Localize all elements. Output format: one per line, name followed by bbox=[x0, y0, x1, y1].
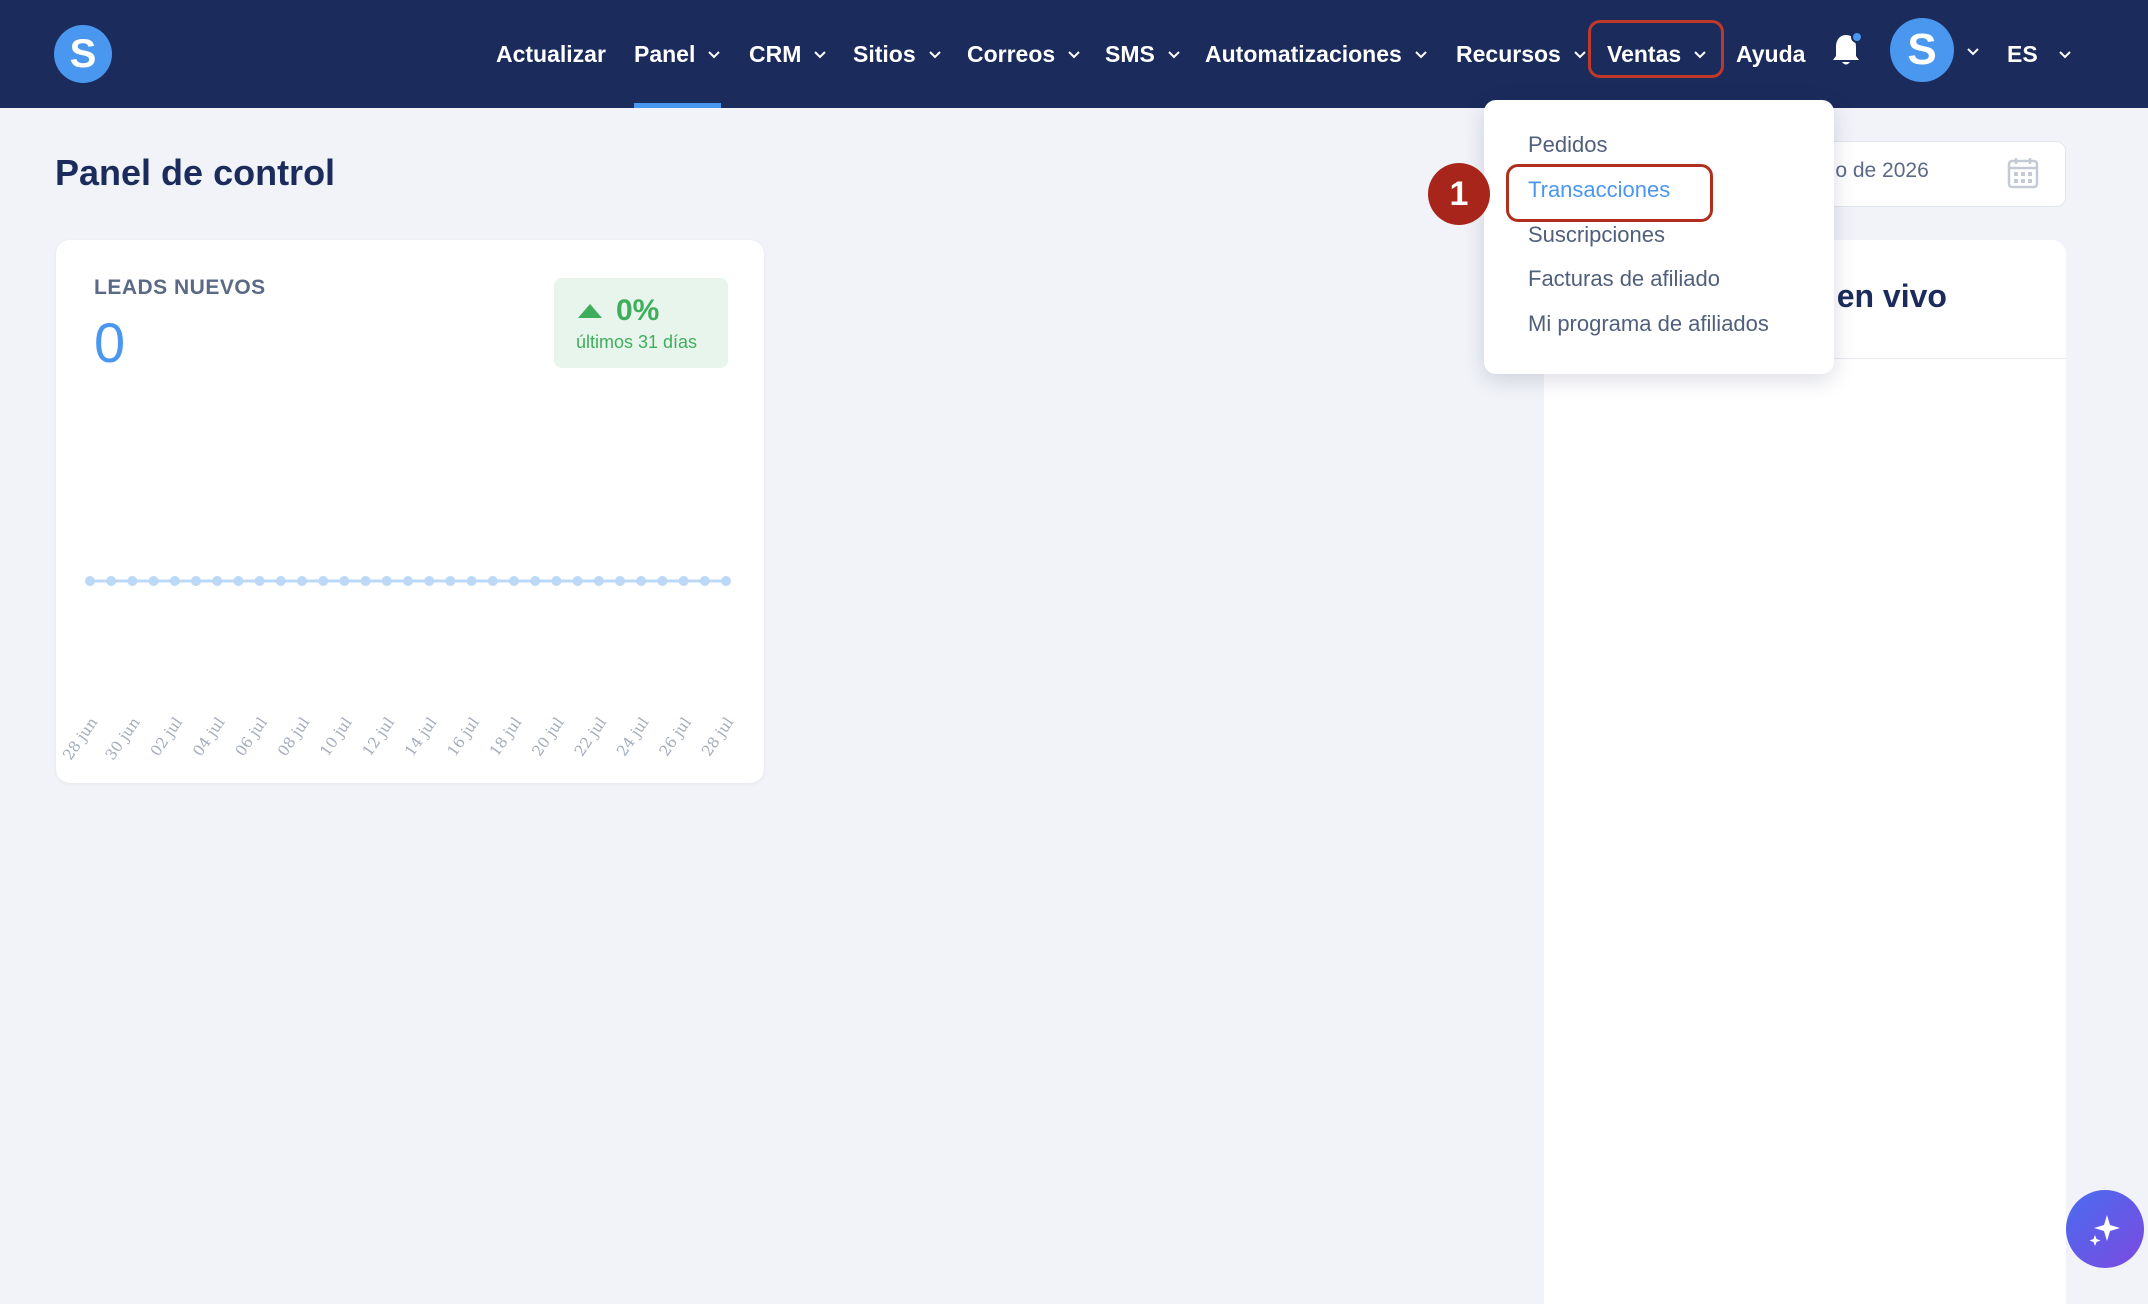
leads-card: LEADS NUEVOS 0 0% últimos 31 días 28 jun… bbox=[56, 240, 764, 783]
chevron-down-icon bbox=[928, 51, 941, 59]
nav-correos[interactable]: Correos bbox=[967, 0, 1081, 108]
chevron-down-icon bbox=[2058, 51, 2071, 59]
data-point[interactable] bbox=[572, 576, 583, 586]
app-logo[interactable]: S bbox=[54, 25, 112, 83]
x-tick-label: 24 jul bbox=[613, 714, 653, 760]
nav-recursos[interactable]: Recursos bbox=[1456, 0, 1587, 108]
chevron-down-icon bbox=[1068, 51, 1080, 59]
chevron-down-icon bbox=[814, 51, 827, 59]
page-title: Panel de control bbox=[55, 152, 336, 193]
data-point[interactable] bbox=[721, 576, 731, 586]
data-point[interactable] bbox=[339, 576, 350, 586]
nav-panel[interactable]: Panel bbox=[634, 0, 722, 108]
nav-label: Panel bbox=[634, 40, 696, 67]
nav-label: CRM bbox=[749, 40, 802, 67]
data-point[interactable] bbox=[551, 576, 562, 586]
data-point[interactable] bbox=[615, 576, 625, 586]
data-point[interactable] bbox=[530, 576, 541, 586]
x-tick-label: 20 jul bbox=[528, 714, 568, 760]
data-point[interactable] bbox=[403, 576, 413, 586]
data-point[interactable] bbox=[636, 576, 647, 586]
data-point[interactable] bbox=[424, 576, 435, 586]
nav-label: Actualizar bbox=[496, 40, 606, 67]
top-navbar: S Actualizar Panel CRM Sitios Correos SM… bbox=[0, 0, 2148, 108]
x-tick-label: 16 jul bbox=[443, 714, 483, 760]
x-tick-label: 26 jul bbox=[655, 714, 695, 760]
nav-label: Ayuda bbox=[1736, 40, 1806, 67]
nav-automatizaciones[interactable]: Automatizaciones bbox=[1205, 0, 1428, 108]
chevron-down-icon bbox=[1415, 51, 1427, 59]
ventas-dropdown-menu: Pedidos Transacciones Suscripciones Fact… bbox=[1484, 100, 1834, 374]
menu-item-programa-afiliados[interactable]: Mi programa de afiliados bbox=[1528, 311, 1769, 337]
language-label: ES bbox=[2007, 40, 2038, 67]
nav-label: Automatizaciones bbox=[1205, 40, 1402, 67]
chevron-down-icon bbox=[1168, 51, 1180, 59]
live-panel bbox=[1544, 240, 2066, 1304]
data-point[interactable] bbox=[466, 576, 477, 586]
x-tick-label: 18 jul bbox=[486, 714, 526, 760]
x-tick-label: 08 jul bbox=[274, 714, 314, 760]
data-point[interactable] bbox=[699, 576, 710, 586]
x-tick-label: 28 jul bbox=[698, 714, 738, 760]
transacciones-highlight-outline bbox=[1506, 164, 1713, 222]
ai-assistant-button[interactable] bbox=[2066, 1190, 2144, 1268]
nav-actualizar[interactable]: Actualizar bbox=[496, 0, 606, 108]
nav-label: SMS bbox=[1105, 40, 1155, 67]
data-point[interactable] bbox=[169, 576, 180, 586]
nav-label: Correos bbox=[967, 40, 1056, 67]
x-tick-label: 02 jul bbox=[147, 714, 187, 760]
date-range-text: lio de 2026 bbox=[1826, 159, 1929, 182]
notification-dot bbox=[1851, 31, 1863, 43]
user-avatar[interactable]: S bbox=[1890, 18, 1954, 82]
x-tick-label: 14 jul bbox=[401, 714, 441, 760]
ventas-highlight-outline bbox=[1588, 20, 1724, 78]
chevron-down-icon bbox=[708, 51, 721, 59]
data-point[interactable] bbox=[212, 576, 223, 586]
data-point[interactable] bbox=[657, 576, 668, 586]
data-point[interactable] bbox=[148, 576, 159, 586]
data-point[interactable] bbox=[360, 576, 371, 586]
data-point[interactable] bbox=[678, 576, 689, 586]
nav-crm[interactable]: CRM bbox=[749, 0, 827, 108]
logo-letter: S bbox=[69, 31, 97, 76]
data-point[interactable] bbox=[318, 576, 329, 586]
menu-item-facturas-afiliado[interactable]: Facturas de afiliado bbox=[1528, 266, 1720, 292]
x-tick-label: 06 jul bbox=[231, 714, 271, 760]
data-point[interactable] bbox=[254, 576, 265, 586]
data-point[interactable] bbox=[445, 576, 456, 586]
nav-ayuda[interactable]: Ayuda bbox=[1736, 0, 1805, 108]
data-point[interactable] bbox=[275, 576, 286, 586]
nav-label: Recursos bbox=[1456, 40, 1561, 67]
step-number-badge: 1 bbox=[1428, 163, 1490, 225]
data-point[interactable] bbox=[487, 576, 498, 586]
x-tick-label: 30 jun bbox=[101, 714, 143, 764]
nav-sms[interactable]: SMS bbox=[1105, 0, 1181, 108]
avatar-letter: S bbox=[1907, 25, 1937, 74]
data-point[interactable] bbox=[593, 576, 604, 586]
chevron-down-icon[interactable] bbox=[1966, 44, 1980, 58]
data-point[interactable] bbox=[191, 576, 201, 586]
x-tick-label: 04 jul bbox=[189, 714, 229, 760]
data-point[interactable] bbox=[381, 576, 392, 586]
calendar-icon[interactable] bbox=[2006, 156, 2040, 190]
language-selector[interactable]: ES bbox=[2007, 0, 2072, 108]
data-point[interactable] bbox=[233, 576, 244, 586]
x-tick-label: 10 jul bbox=[316, 714, 356, 760]
data-point[interactable] bbox=[127, 576, 138, 586]
x-tick-label: 22 jul bbox=[571, 714, 611, 760]
chevron-down-icon bbox=[1574, 51, 1586, 59]
data-point[interactable] bbox=[509, 576, 519, 586]
menu-item-pedidos[interactable]: Pedidos bbox=[1528, 132, 1608, 158]
nav-label: Sitios bbox=[853, 40, 916, 67]
x-tick-label: 28 jun bbox=[59, 714, 101, 764]
data-point[interactable] bbox=[297, 576, 307, 586]
data-point[interactable] bbox=[85, 576, 95, 586]
menu-item-suscripciones[interactable]: Suscripciones bbox=[1528, 222, 1665, 248]
leads-line-chart: 28 jun 30 jun 02 jul 04 jul 06 jul 08 jul 10 j… bbox=[59, 576, 738, 764]
nav-sitios[interactable]: Sitios bbox=[853, 0, 942, 108]
x-tick-label: 12 jul bbox=[359, 714, 399, 760]
data-point[interactable] bbox=[106, 576, 117, 586]
sparkle-icon bbox=[2089, 1215, 2120, 1246]
